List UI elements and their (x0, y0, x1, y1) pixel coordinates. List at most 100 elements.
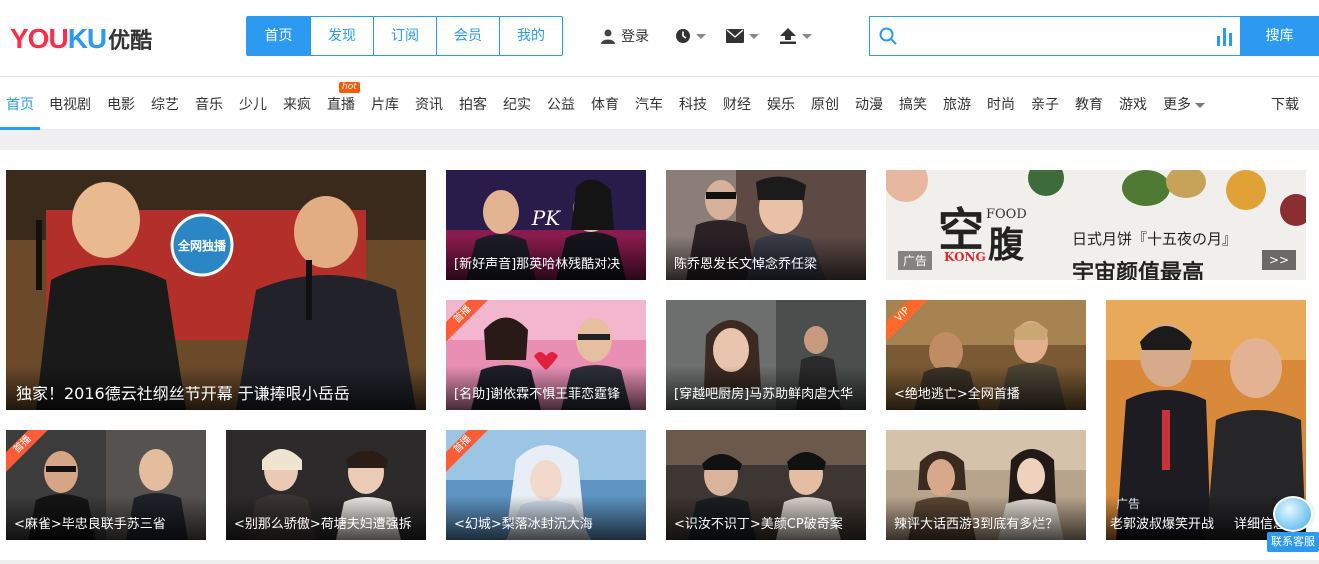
mail-icon (726, 29, 744, 43)
video-tile-dont-be-proud[interactable]: <别那么骄傲>荷塘夫妇遭强拆 (226, 430, 426, 540)
channel-auto[interactable]: 汽车 (635, 94, 663, 114)
video-tile-chen-qiaoen[interactable]: 陈乔恩发长文悼念乔任梁 (666, 170, 866, 280)
video-tile-detective[interactable]: <识汝不识丁>美颜CP破奇案 (666, 430, 866, 540)
upload-icon (780, 28, 796, 44)
channel-more-label: 更多 (1163, 97, 1191, 113)
video-caption: <绝地逃亡>全网首播 (894, 387, 1020, 402)
login-button[interactable]: 登录 (600, 26, 649, 46)
channel-travel[interactable]: 旅游 (943, 94, 971, 114)
chat-bubble-icon (1273, 496, 1313, 532)
premiere-badge-text: 首播 (446, 300, 490, 344)
channel-more[interactable]: 更多 (1163, 94, 1205, 114)
messages-dropdown[interactable] (726, 29, 759, 43)
search-bar: 搜库 (869, 16, 1319, 56)
tab-home[interactable]: 首页 (247, 17, 310, 55)
channel-tv[interactable]: 电视剧 (49, 94, 91, 114)
channel-home[interactable]: 首页 (6, 94, 34, 114)
video-caption: <别那么骄傲>荷塘夫妇遭强拆 (234, 517, 412, 532)
channel-live[interactable]: 直播 (327, 94, 355, 114)
channel-education[interactable]: 教育 (1075, 94, 1103, 114)
channel-nav: 首页 电视剧 电影 综艺 音乐 少儿 来疯 直播 片库 资讯 拍客 纪实 公益 … (0, 78, 1319, 130)
channel-paike[interactable]: 拍客 (459, 94, 487, 114)
upload-dropdown[interactable] (779, 28, 812, 44)
video-tile-voice-pk[interactable]: PK [新好声音]那英哈林残酷对决 (446, 170, 646, 280)
tab-subscribe[interactable]: 订阅 (373, 17, 436, 55)
channel-tech[interactable]: 科技 (679, 94, 707, 114)
chevron-down-icon (696, 33, 706, 39)
login-label: 登录 (621, 29, 649, 45)
vip-badge-text: VIP (886, 300, 930, 344)
premiere-badge: 首播 (446, 430, 490, 474)
download-link[interactable]: 下载 (1271, 94, 1299, 114)
youku-logo[interactable]: YOUKU 优酷 (10, 22, 152, 56)
video-caption: [穿越吧厨房]马苏助鲜肉虐大华 (674, 387, 854, 402)
video-tile-mingzhu[interactable]: 首播 [名助]谢依霖不惧王菲恋霆锋 (446, 300, 646, 410)
user-tools: 登录 (600, 24, 832, 48)
video-caption: 辣评大话西游3到底有多烂？ (894, 517, 1059, 532)
channel-parenting[interactable]: 亲子 (1031, 94, 1059, 114)
video-caption: [新好声音]那英哈林残酷对决 (454, 257, 621, 272)
channel-fashion[interactable]: 时尚 (987, 94, 1015, 114)
tab-vip[interactable]: 会员 (436, 17, 499, 55)
chevron-down-icon (802, 33, 812, 39)
premiere-badge: 首播 (446, 300, 490, 344)
page-bottom-divider (0, 560, 1319, 564)
premiere-badge-text: 首播 (6, 430, 50, 474)
main-tabs: 首页 发现 订阅 会员 我的 (246, 16, 563, 56)
search-button[interactable]: 搜库 (1240, 17, 1319, 55)
ad-next-button[interactable]: >> (1262, 250, 1296, 270)
channel-library[interactable]: 片库 (371, 94, 399, 114)
channel-kids[interactable]: 少儿 (239, 94, 267, 114)
video-tile-ice-fantasy[interactable]: 首播 <幻城>梨落冰封沉大海 (446, 430, 646, 540)
hero-video-tile[interactable]: 全网独播 独家！2016德云社纲丝节开幕 于谦捧哏小岳岳 (6, 170, 426, 410)
customer-service-button[interactable]: 联系客服 (1267, 496, 1319, 554)
hero-badge-text: 全网独播 (177, 238, 227, 253)
channel-sports[interactable]: 体育 (591, 94, 619, 114)
channel-music[interactable]: 音乐 (195, 94, 223, 114)
video-tile-westward[interactable]: 辣评大话西游3到底有多烂？ (886, 430, 1086, 540)
channel-finance[interactable]: 财经 (723, 94, 751, 114)
video-caption: <识汝不识丁>美颜CP破奇案 (674, 517, 843, 532)
voice-bars-icon[interactable] (1210, 17, 1240, 55)
user-icon (601, 29, 615, 44)
channel-variety[interactable]: 综艺 (151, 94, 179, 114)
vip-badge: VIP (886, 300, 930, 344)
channel-funny[interactable]: 搞笑 (899, 94, 927, 114)
tab-discover[interactable]: 发现 (310, 17, 373, 55)
premiere-badge-text: 首播 (446, 430, 490, 474)
ad-caption: 老郭波叔爆笑开战 (1110, 517, 1215, 532)
ad-main-title: 宇宙颜值最高 (1072, 260, 1205, 280)
tab-mine[interactable]: 我的 (499, 17, 562, 55)
video-caption: <麻雀>毕忠良联手苏三省 (14, 517, 166, 532)
logo-text-ku: KU (67, 23, 107, 54)
video-caption: 陈乔恩发长文悼念乔任梁 (674, 257, 818, 272)
logo-text-you: YOU (10, 23, 69, 54)
pk-overlay-text: PK (531, 206, 561, 230)
ad-kong-text: KONG (944, 250, 986, 264)
channel-movie[interactable]: 电影 (107, 94, 135, 114)
chevron-down-icon (1195, 102, 1205, 108)
channel-games[interactable]: 游戏 (1119, 94, 1147, 114)
section-divider (0, 130, 1319, 150)
video-caption: [名助]谢依霖不惧王菲恋霆锋 (454, 387, 621, 402)
channel-news[interactable]: 资讯 (415, 94, 443, 114)
video-tile-sparrow[interactable]: 首播 <麻雀>毕忠良联手苏三省 (6, 430, 206, 540)
hot-badge: hot (339, 82, 360, 93)
search-input[interactable] (906, 17, 1210, 55)
channel-anime[interactable]: 动漫 (855, 94, 883, 114)
channel-documentary[interactable]: 纪实 (503, 94, 531, 114)
history-dropdown[interactable] (675, 28, 706, 44)
customer-service-label: 联系客服 (1267, 532, 1319, 552)
ad-big-char-2: 腹 (988, 224, 1025, 266)
video-tile-skiptrace[interactable]: VIP <绝地逃亡>全网首播 (886, 300, 1086, 410)
logo-text-cn: 优酷 (108, 29, 153, 54)
video-tile-kitchen[interactable]: [穿越吧厨房]马苏助鲜肉虐大华 (666, 300, 866, 410)
ad-subtitle: 日式月饼『十五夜の月』 (1072, 230, 1238, 248)
channel-laifeng[interactable]: 来疯 (283, 94, 311, 114)
ad-banner-mooncake[interactable]: 空 FOOD KONG 腹 日式月饼『十五夜の月』 宇宙颜值最高 广告 >> (886, 170, 1306, 280)
ad-title: 日式月饼『十五夜の月』 宇宙颜值最高 (1072, 228, 1237, 280)
video-caption: <幻城>梨落冰封沉大海 (454, 517, 593, 532)
channel-original[interactable]: 原创 (811, 94, 839, 114)
channel-entertainment[interactable]: 娱乐 (767, 94, 795, 114)
channel-charity[interactable]: 公益 (547, 94, 575, 114)
